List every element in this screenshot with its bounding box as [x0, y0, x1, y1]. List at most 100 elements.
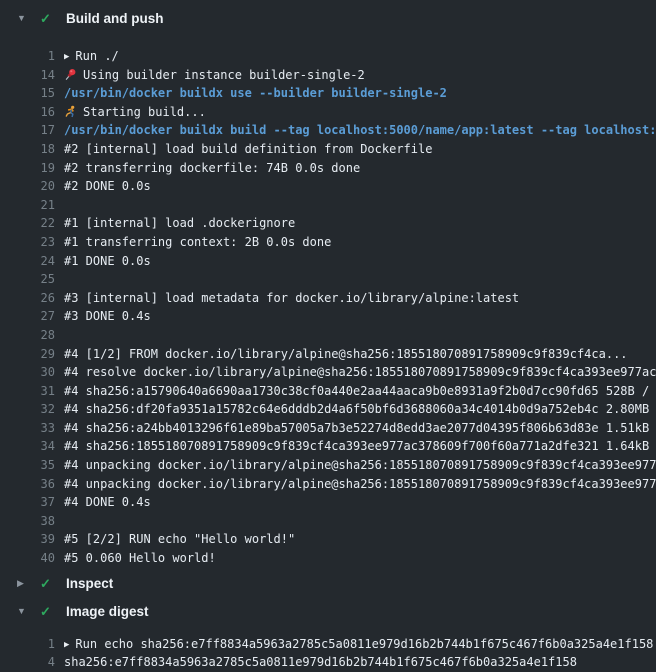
step-log: 1 ▶ Run ./ 14 Using builder instance builder…: [0, 32, 656, 570]
log-text-value: #4 sha256:a24bb4013296f61e89ba57005a7b3e…: [64, 421, 656, 435]
workflow-log: ▼✓Build and push1▶Run ./14Using builder …: [0, 0, 656, 672]
expand-group-icon[interactable]: ▶: [64, 636, 69, 655]
log-text-value: Run ./: [75, 49, 118, 63]
log-line: 31 #4 sha256:a15790640a6690aa1730c38cf0a4…: [0, 382, 656, 401]
log-line: 23 #1 transferring context: 2B 0.0s done: [0, 233, 656, 252]
line-number-link[interactable]: 22: [0, 214, 55, 233]
log-text: #4 sha256:a24bb4013296f61e89ba57005a7b3e…: [64, 419, 656, 438]
check-success-icon: ✓: [40, 605, 56, 618]
expand-group-icon[interactable]: ▶: [64, 48, 69, 67]
line-number-link[interactable]: 35: [0, 456, 55, 475]
log-line: 19 #2 transferring dockerfile: 74B 0.0s d…: [0, 159, 656, 178]
log-text-value: #1 transferring context: 2B 0.0s done: [64, 235, 331, 249]
log-line: 14 Using builder instance builder-single-…: [0, 66, 656, 85]
log-text-value: Using builder instance builder-single-2: [83, 68, 365, 82]
log-text-value: #4 unpacking docker.io/library/alpine@sh…: [64, 458, 656, 472]
step-header-inspect[interactable]: ▶ ✓ Inspect: [0, 570, 656, 598]
check-success-icon: ✓: [40, 577, 56, 590]
line-number-link[interactable]: 38: [0, 512, 55, 531]
log-text: #4 [1/2] FROM docker.io/library/alpine@s…: [64, 345, 628, 364]
line-number-link[interactable]: 39: [0, 530, 55, 549]
log-text: Starting build...: [64, 103, 206, 122]
log-line: 36 #4 unpacking docker.io/library/alpine@…: [0, 475, 656, 494]
log-text: /usr/bin/docker buildx build --tag local…: [64, 121, 656, 140]
log-text: #2 transferring dockerfile: 74B 0.0s don…: [64, 159, 360, 178]
step-header-build-and-push[interactable]: ▼ ✓ Build and push: [0, 4, 656, 32]
line-number-link[interactable]: 27: [0, 307, 55, 326]
line-number-link[interactable]: 33: [0, 419, 55, 438]
log-line: 25: [0, 270, 656, 289]
step-title: Inspect: [66, 576, 113, 591]
line-number-link[interactable]: 28: [0, 326, 55, 345]
line-number-link[interactable]: 31: [0, 382, 55, 401]
log-line: 38: [0, 512, 656, 531]
line-number-link[interactable]: 32: [0, 400, 55, 419]
log-text: #3 DONE 0.4s: [64, 307, 151, 326]
log-line: 37 #4 DONE 0.4s: [0, 493, 656, 512]
log-line: 27 #3 DONE 0.4s: [0, 307, 656, 326]
line-number-link[interactable]: 18: [0, 140, 55, 159]
step-title: Image digest: [66, 604, 149, 619]
line-number-link[interactable]: 21: [0, 196, 55, 215]
line-number-link[interactable]: 15: [0, 84, 55, 103]
line-number-link[interactable]: 1: [0, 47, 55, 66]
step-header-image-digest[interactable]: ▼✓Image digest: [0, 598, 656, 626]
log-line: 24 #1 DONE 0.0s: [0, 252, 656, 271]
chevron-right-icon: ▶: [17, 579, 30, 588]
line-number-link[interactable]: 14: [0, 66, 55, 85]
log-text-value: #4 sha256:a15790640a6690aa1730c38cf0a440…: [64, 384, 656, 398]
log-text-value: #5 0.060 Hello world!: [64, 551, 216, 565]
log-text: #5 0.060 Hello world!: [64, 549, 216, 568]
log-text-value: /usr/bin/docker buildx use --builder bui…: [64, 86, 447, 100]
log-line: 17/usr/bin/docker buildx build --tag loc…: [0, 121, 656, 140]
log-line: 21: [0, 196, 656, 215]
line-number-link[interactable]: 40: [0, 549, 55, 568]
log-text: #1 [internal] load .dockerignore: [64, 214, 295, 233]
log-line: 1▶Run echo sha256:e7ff8834a5963a2785c5a0…: [0, 635, 656, 654]
line-number-link[interactable]: 36: [0, 475, 55, 494]
log-text-value: #3 [internal] load metadata for docker.i…: [64, 291, 519, 305]
line-number-link[interactable]: 26: [0, 289, 55, 308]
log-text-value: #4 [1/2] FROM docker.io/library/alpine@s…: [64, 347, 628, 361]
log-text: #4 sha256:a15790640a6690aa1730c38cf0a440…: [64, 382, 656, 401]
log-text: #2 [internal] load build definition from…: [64, 140, 432, 159]
line-number-link[interactable]: 1: [0, 635, 55, 654]
log-line: 34#4 sha256:185518070891758909c9f839cf4c…: [0, 437, 656, 456]
log-text-value: Starting build...: [83, 105, 206, 119]
log-text: Using builder instance builder-single-2: [64, 66, 365, 85]
log-text: ▶ Run ./: [64, 47, 119, 66]
log-line: 26 #3 [internal] load metadata for docker…: [0, 289, 656, 308]
chevron-down-icon: ▼: [17, 14, 30, 23]
line-number-link[interactable]: 19: [0, 159, 55, 178]
log-text-value: #1 DONE 0.0s: [64, 254, 151, 268]
log-line: 29 #4 [1/2] FROM docker.io/library/alpine…: [0, 345, 656, 364]
log-text: #1 transferring context: 2B 0.0s done: [64, 233, 331, 252]
line-number-link[interactable]: 25: [0, 270, 55, 289]
log-text-value: #5 [2/2] RUN echo "Hello world!": [64, 532, 295, 546]
line-number-link[interactable]: 20: [0, 177, 55, 196]
step-section-build-and-push: ▼ ✓ Build and push 1 ▶ Run ./ 14 Using builder …: [0, 4, 656, 570]
log-line: 16 Starting build...: [0, 103, 656, 122]
line-number-link[interactable]: 37: [0, 493, 55, 512]
line-number-link[interactable]: 23: [0, 233, 55, 252]
line-number-link[interactable]: 17: [0, 121, 55, 140]
log-line: 33 #4 sha256:a24bb4013296f61e89ba57005a7b…: [0, 419, 656, 438]
step-section-image-digest: ▼✓Image digest1▶Run echo sha256:e7ff8834…: [0, 598, 656, 672]
line-number-link[interactable]: 4: [0, 653, 55, 672]
log-line: 20#2 DONE 0.0s: [0, 177, 656, 196]
line-number-link[interactable]: 16: [0, 103, 55, 122]
log-text: #4 DONE 0.4s: [64, 493, 151, 512]
log-text-value: #4 sha256:df20fa9351a15782c64e6dddb2d4a6…: [64, 402, 656, 416]
check-success-icon: ✓: [40, 12, 56, 25]
log-line: 1 ▶ Run ./: [0, 47, 656, 66]
line-number-link[interactable]: 34: [0, 437, 55, 456]
step-title: Build and push: [66, 11, 164, 26]
log-line: 18 #2 [internal] load build definition fr…: [0, 140, 656, 159]
line-number-link[interactable]: 24: [0, 252, 55, 271]
log-text-value: sha256:e7ff8834a5963a2785c5a0811e979d16b…: [64, 655, 577, 669]
log-line: 28: [0, 326, 656, 345]
line-number-link[interactable]: 29: [0, 345, 55, 364]
log-text: #4 unpacking docker.io/library/alpine@sh…: [64, 475, 656, 494]
log-text: #1 DONE 0.0s: [64, 252, 151, 271]
line-number-link[interactable]: 30: [0, 363, 55, 382]
